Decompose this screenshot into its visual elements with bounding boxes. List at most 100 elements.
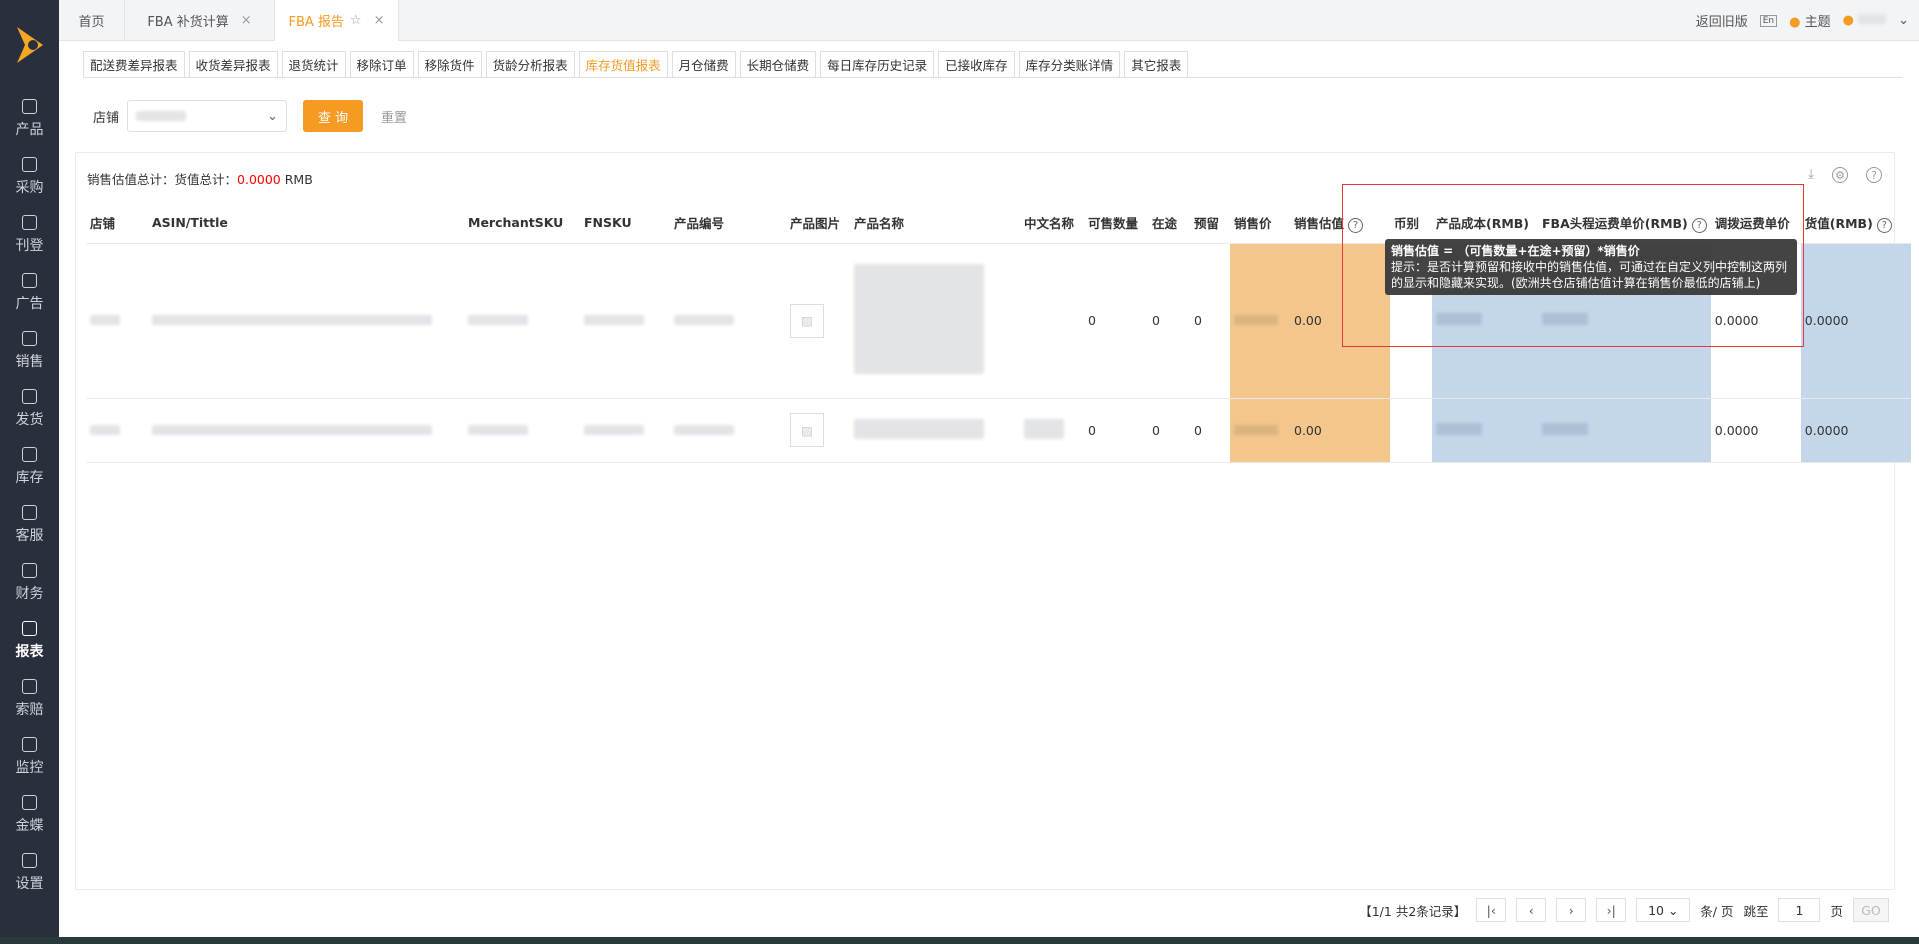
user-avatar[interactable]: ● bbox=[1842, 13, 1887, 28]
nav-icon bbox=[22, 795, 37, 810]
page-size-select[interactable]: 10 ⌄ bbox=[1636, 898, 1691, 922]
sidebar-item[interactable]: 财务 bbox=[0, 554, 59, 612]
subtab[interactable]: 长期仓储费 bbox=[739, 51, 817, 78]
old-version-link[interactable]: 返回旧版 bbox=[1696, 11, 1748, 30]
help-icon[interactable]: ? bbox=[1876, 217, 1892, 233]
next-page-icon[interactable]: › bbox=[1556, 898, 1587, 922]
sidebar-item[interactable]: 设置 bbox=[0, 844, 59, 902]
subtab[interactable]: 月仓储费 bbox=[671, 51, 736, 78]
table-cell: ▨ bbox=[786, 398, 850, 463]
shop-select[interactable]: ⌄ bbox=[127, 100, 288, 132]
tab-fba-report[interactable]: FBA 报告 ☆ × bbox=[275, 0, 399, 41]
nav-icon bbox=[22, 331, 37, 346]
column-header: 产品编号 bbox=[670, 203, 786, 244]
table-cell bbox=[1432, 398, 1538, 463]
subtab-divider bbox=[83, 77, 1903, 78]
download-icon[interactable]: ⤓ bbox=[1808, 167, 1814, 183]
sidebar-item[interactable]: 产品 bbox=[0, 90, 59, 148]
table-cell bbox=[850, 243, 1020, 399]
subtab[interactable]: 每日库存历史记录 bbox=[820, 51, 935, 78]
filter-bar: 店铺 ⌄ 查 询 重置 bbox=[93, 100, 407, 132]
column-header: 店铺 bbox=[86, 203, 148, 244]
prev-page-icon[interactable]: ‹ bbox=[1516, 898, 1547, 922]
bottom-bar bbox=[0, 937, 1919, 944]
table-cell: 0.0000 bbox=[1800, 243, 1911, 399]
subtab[interactable]: 退货统计 bbox=[281, 51, 346, 78]
table-tools: ⤓ ⚙ ? bbox=[1808, 167, 1882, 183]
query-button[interactable]: 查 询 bbox=[303, 100, 364, 132]
sidebar-item[interactable]: 监控 bbox=[0, 728, 59, 786]
chevron-down-icon[interactable]: ⌄ bbox=[1898, 13, 1909, 28]
table-cell bbox=[580, 398, 670, 463]
sidebar-item[interactable]: 采购 bbox=[0, 148, 59, 206]
table-cell bbox=[148, 243, 464, 399]
sidebar-item[interactable]: 库存 bbox=[0, 438, 59, 496]
sidebar-item[interactable]: 发货 bbox=[0, 380, 59, 438]
table-cell bbox=[1390, 398, 1432, 463]
nav-icon bbox=[22, 273, 37, 288]
table-cell: 0 bbox=[1190, 243, 1230, 399]
table-cell bbox=[670, 243, 786, 399]
sidebar-item[interactable]: 客服 bbox=[0, 496, 59, 554]
top-right-area: 返回旧版 En ● 主题 ● ⌄ bbox=[1696, 0, 1909, 41]
subtab[interactable]: 其它报表 bbox=[1124, 51, 1189, 78]
column-header: FNSKU bbox=[580, 203, 670, 244]
nav-icon bbox=[22, 215, 37, 230]
table-cell: 0 bbox=[1084, 243, 1148, 399]
user-icon: ● bbox=[1842, 13, 1854, 28]
subtab[interactable]: 配送费差异报表 bbox=[83, 51, 185, 78]
close-icon[interactable]: × bbox=[241, 13, 252, 28]
table-cell bbox=[86, 243, 148, 399]
table-cell bbox=[850, 398, 1020, 463]
tab-home[interactable]: 首页 bbox=[59, 0, 125, 41]
table-cell: ▨ bbox=[786, 243, 850, 399]
column-header: 可售数量 bbox=[1084, 203, 1148, 244]
sidebar-item[interactable]: 刊登 bbox=[0, 206, 59, 264]
subtab[interactable]: 库存分类账详情 bbox=[1018, 51, 1121, 78]
help-icon[interactable]: ? bbox=[1866, 167, 1882, 183]
table-cell bbox=[148, 398, 464, 463]
table-row: ▨ 0 0 0 0.00 0.0000 0.0000 bbox=[86, 398, 1911, 463]
close-icon[interactable]: × bbox=[374, 13, 385, 28]
subtab[interactable]: 移除订单 bbox=[349, 51, 414, 78]
nav-icon bbox=[22, 853, 37, 868]
tab-fba-replenish[interactable]: FBA 补货计算 × bbox=[125, 0, 275, 41]
star-icon[interactable]: ☆ bbox=[350, 13, 362, 28]
table-cell: 0.0000 bbox=[1800, 398, 1911, 463]
nav-icon bbox=[22, 447, 37, 462]
nav-icon bbox=[22, 737, 37, 752]
subtab[interactable]: 收货差异报表 bbox=[188, 51, 278, 78]
subtab[interactable]: 移除货件 bbox=[417, 51, 482, 78]
column-header: ASIN/Tittle bbox=[148, 203, 464, 244]
sidebar-item[interactable]: 广告 bbox=[0, 264, 59, 322]
table-cell: 0 bbox=[1190, 398, 1230, 463]
summary-text: 销售估值总计：货值总计：0.0000 RMB bbox=[87, 172, 313, 187]
theme-button[interactable]: ● 主题 bbox=[1789, 11, 1831, 30]
table-cell bbox=[1020, 243, 1084, 399]
sidebar-item[interactable]: 销售 bbox=[0, 322, 59, 380]
subtab[interactable]: 库存货值报表 bbox=[578, 51, 668, 78]
en-icon[interactable]: En bbox=[1759, 14, 1778, 27]
column-header: 产品图片 bbox=[786, 203, 850, 244]
first-page-icon[interactable]: |‹ bbox=[1476, 898, 1507, 922]
sidebar: 产品 采购 刊登 广告 销售 发货 库存 客服 财务 报表 索赔 监控 金蝶 设置 bbox=[0, 0, 59, 944]
table-cell: 0.00 bbox=[1290, 398, 1390, 463]
tab-bar: 首页 FBA 补货计算 × FBA 报告 ☆ × 返回旧版 En ● 主题 ● ⌄ bbox=[59, 0, 1919, 41]
page-input[interactable]: 1 bbox=[1778, 898, 1821, 922]
app-logo[interactable] bbox=[0, 0, 59, 90]
reset-button[interactable]: 重置 bbox=[381, 107, 407, 126]
subtab[interactable]: 货龄分析报表 bbox=[485, 51, 575, 78]
table-cell bbox=[1020, 398, 1084, 463]
sidebar-item[interactable]: 报表 bbox=[0, 612, 59, 670]
go-button[interactable]: GO bbox=[1853, 898, 1889, 922]
estimate-tooltip: 销售估值 = （可售数量+在途+预留）*销售价 提示：是否计算预留和接收中的销售… bbox=[1385, 239, 1797, 295]
column-header: 销售价 bbox=[1230, 203, 1290, 244]
sidebar-item[interactable]: 金蝶 bbox=[0, 786, 59, 844]
table-cell: 0 bbox=[1148, 243, 1190, 399]
sidebar-item[interactable]: 索赔 bbox=[0, 670, 59, 728]
column-header: MerchantSKU bbox=[464, 203, 580, 244]
subtab[interactable]: 已接收库存 bbox=[938, 51, 1015, 78]
settings-icon[interactable]: ⚙ bbox=[1832, 167, 1848, 183]
last-page-icon[interactable]: ›| bbox=[1596, 898, 1627, 922]
table-cell: 0 bbox=[1084, 398, 1148, 463]
